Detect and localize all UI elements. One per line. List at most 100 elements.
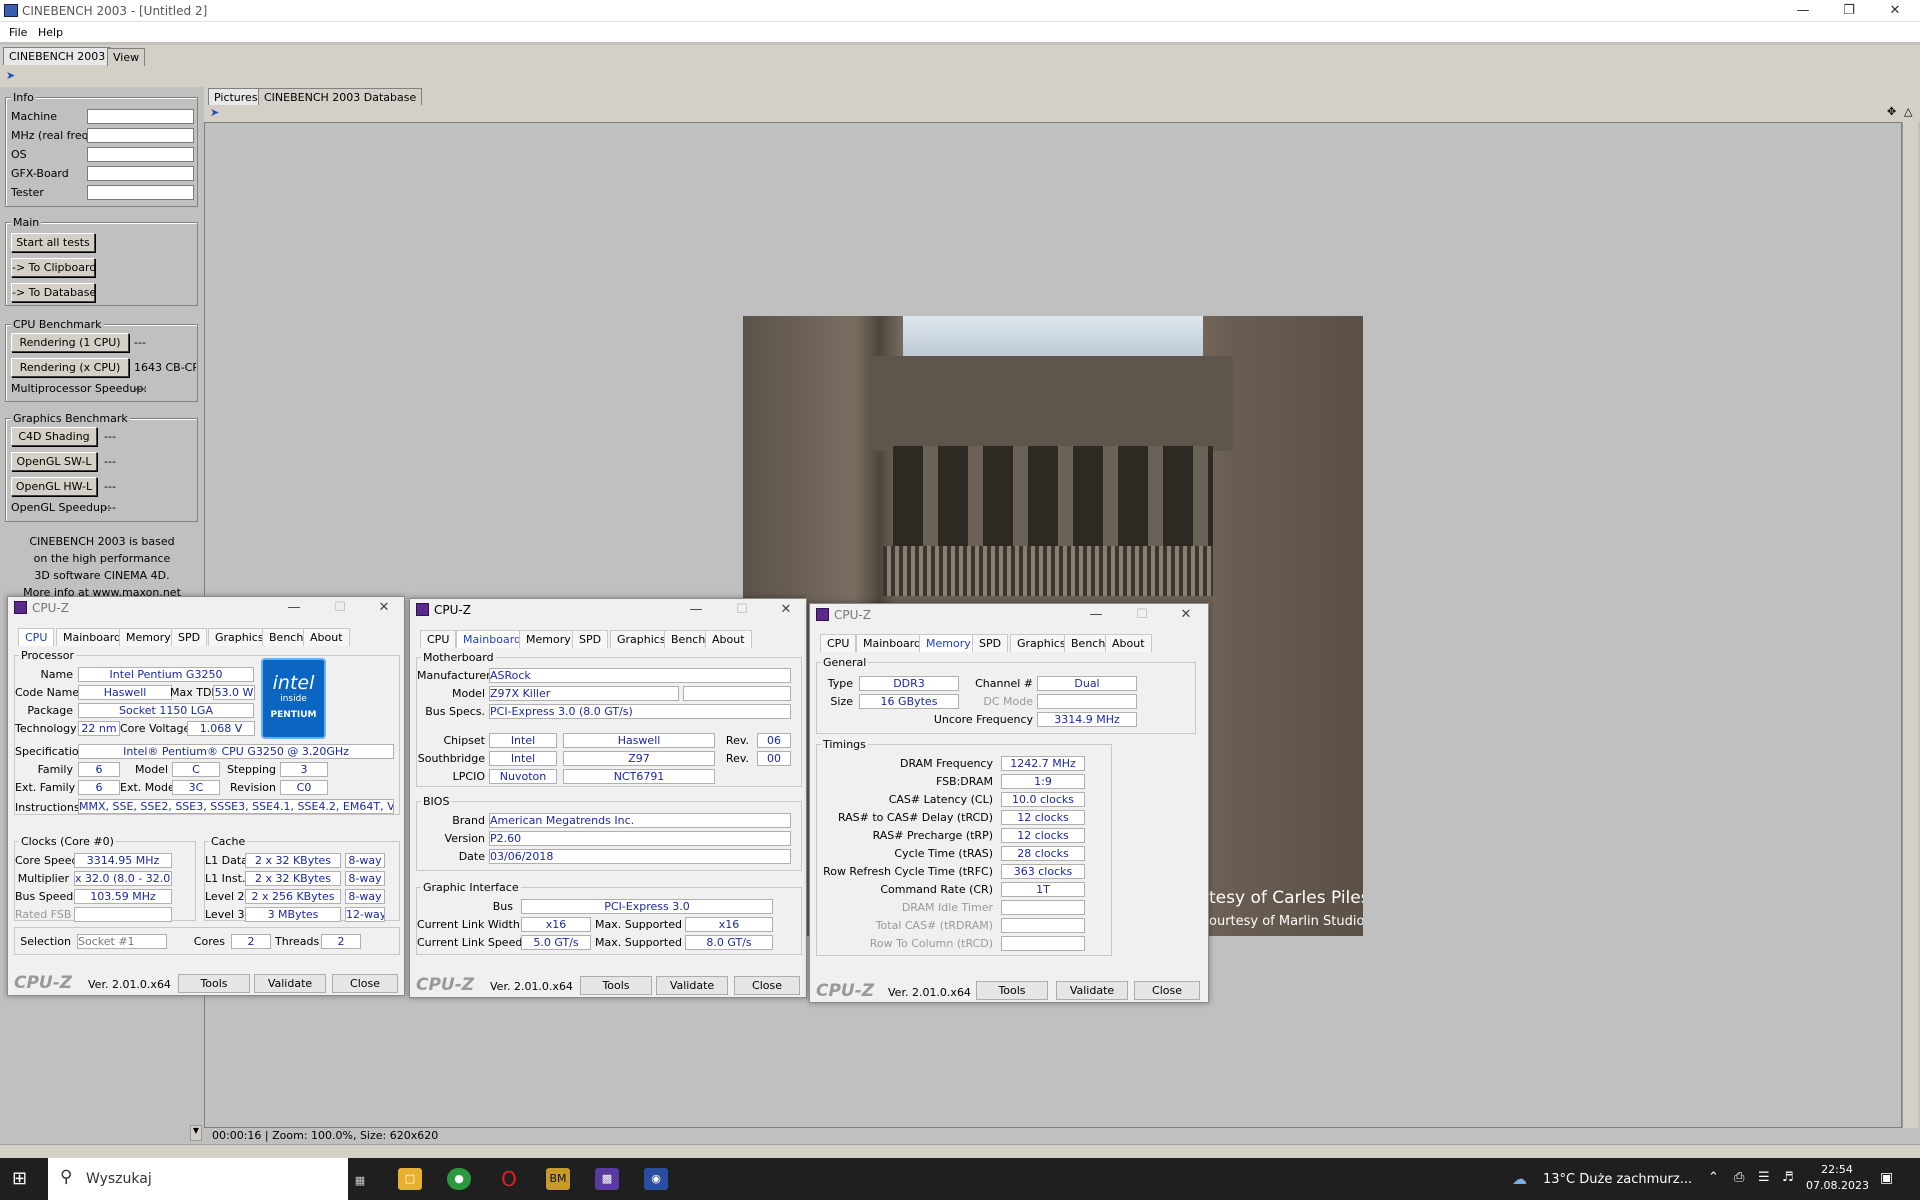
to-clipboard-button[interactable]: -> To Clipboard (11, 258, 96, 277)
notifications-icon[interactable]: ▣ (1880, 1170, 1893, 1186)
cpuz-cpu-window[interactable]: CPU-Z — ☐ ✕ CPU Mainboard Memory SPD Gra… (7, 596, 405, 996)
rendering-1cpu-button[interactable]: Rendering (1 CPU) (11, 333, 129, 352)
balcony-railing (883, 546, 1213, 596)
tab-about[interactable]: About (1105, 634, 1152, 652)
tab-mainboard[interactable]: Mainboard (456, 630, 529, 648)
tab-view[interactable]: View (107, 48, 146, 66)
taskbar-search[interactable]: ⚲ Wyszukaj (48, 1158, 348, 1200)
machine-field[interactable] (87, 109, 194, 124)
tab-cpu[interactable]: CPU (18, 628, 55, 646)
close-button[interactable]: Close (734, 976, 800, 995)
validate-button[interactable]: Validate (656, 976, 728, 995)
maximize-icon[interactable]: ☐ (1120, 604, 1164, 626)
c4d-shading-button[interactable]: C4D Shading (11, 427, 97, 446)
minimize-icon[interactable]: — (272, 597, 316, 619)
task-view-icon[interactable]: ▦ (348, 1170, 372, 1192)
validate-button[interactable]: Validate (1056, 981, 1128, 1000)
tab-pictures[interactable]: Pictures (208, 88, 264, 106)
meet-icon[interactable]: ⎙ (1734, 1170, 1744, 1185)
tab-memory[interactable]: Memory (519, 630, 578, 648)
main-group: Main Start all tests -> To Clipboard -> … (5, 216, 198, 306)
southbridge-vendor: Intel (489, 751, 557, 766)
cpuz-logo: CPU-Z (416, 975, 475, 995)
tools-button[interactable]: Tools (178, 974, 250, 993)
weather-text[interactable]: 13°C Duże zachmurz... (1543, 1172, 1692, 1187)
mhz-field[interactable] (87, 128, 194, 143)
chrome-icon[interactable]: ● (447, 1168, 471, 1190)
close-button[interactable]: Close (332, 974, 398, 993)
os-field[interactable] (87, 147, 194, 162)
model-value: Z97X Killer (489, 686, 679, 701)
pin-icon[interactable]: ➤ (6, 69, 15, 82)
maximize-icon[interactable]: ☐ (720, 599, 764, 621)
close-icon[interactable]: ✕ (1164, 604, 1208, 626)
horizontal-scrollbar[interactable] (0, 1144, 1920, 1158)
tab-spd[interactable]: SPD (572, 630, 609, 648)
minimize-icon[interactable]: — (1780, 0, 1826, 22)
timing-value: 1T (1001, 882, 1085, 897)
close-button[interactable]: Close (1134, 981, 1200, 1000)
tester-field[interactable] (87, 185, 194, 200)
menu-help[interactable]: Help (38, 26, 63, 39)
tab-cpu[interactable]: CPU (820, 634, 857, 652)
menu-file[interactable]: File (9, 26, 27, 39)
pin-icon[interactable]: ➤ (210, 106, 219, 119)
tools-button[interactable]: Tools (976, 981, 1048, 1000)
tab-spd[interactable]: SPD (972, 634, 1009, 652)
tab-mainboard[interactable]: Mainboard (856, 634, 929, 652)
bios-brand-value: American Megatrends Inc. (489, 813, 791, 828)
warning-icon[interactable]: △ (1904, 105, 1912, 118)
tools-button[interactable]: Tools (580, 976, 652, 995)
bios-date-value: 03/06/2018 (489, 849, 791, 864)
bm-app-icon[interactable]: BM (546, 1168, 570, 1190)
volume-icon[interactable]: ♬ (1782, 1170, 1794, 1185)
opengl-speedup-value: --- (104, 501, 116, 514)
credit-line-1: tesy of Carles Piles (1209, 888, 1363, 908)
tab-memory[interactable]: Memory (119, 628, 178, 646)
maximize-icon[interactable]: ☐ (318, 597, 362, 619)
vertical-scrollbar[interactable] (1902, 122, 1918, 1128)
restore-icon[interactable]: ❐ (1826, 0, 1872, 22)
gfx-field[interactable] (87, 166, 194, 181)
opengl-hwl-value: --- (104, 480, 116, 493)
tab-about[interactable]: About (705, 630, 752, 648)
clock[interactable]: 22:54 07.08.2023 (1806, 1163, 1869, 1192)
to-database-button[interactable]: -> To Database (11, 283, 96, 302)
file-explorer-icon[interactable]: □ (398, 1168, 422, 1190)
weather-icon[interactable]: ☁ (1512, 1170, 1527, 1188)
cpuz-mainboard-window[interactable]: CPU-Z — ☐ ✕ CPU Mainboard Memory SPD Gra… (409, 598, 807, 998)
tab-database[interactable]: CINEBENCH 2003 Database (258, 88, 423, 106)
windows-start-icon[interactable]: ⊞ (12, 1168, 34, 1190)
close-icon[interactable]: ✕ (362, 597, 406, 619)
app-icon (4, 4, 18, 17)
tab-cinebench[interactable]: CINEBENCH 2003 (3, 47, 112, 65)
tab-memory[interactable]: Memory (919, 634, 978, 652)
minimize-icon[interactable]: — (1074, 604, 1118, 626)
opengl-hwl-button[interactable]: OpenGL HW-L (11, 477, 97, 496)
network-icon[interactable]: ☰ (1758, 1170, 1770, 1185)
move-icon[interactable]: ✥ (1887, 105, 1896, 118)
cinebench-taskbar-icon[interactable]: ◉ (644, 1168, 668, 1190)
tray-chevron-icon[interactable]: ⌃ (1708, 1170, 1719, 1185)
scroll-down-icon[interactable]: ▼ (190, 1125, 202, 1141)
cpuz-taskbar-icon[interactable]: ▩ (595, 1168, 619, 1190)
start-all-tests-button[interactable]: Start all tests (11, 233, 95, 252)
mp-speedup-label: Multiprocessor Speedup: (11, 382, 148, 395)
cpuz-logo: CPU-Z (816, 981, 875, 1001)
close-icon[interactable]: ✕ (1872, 0, 1918, 22)
opengl-swl-button[interactable]: OpenGL SW-L (11, 452, 97, 471)
validate-button[interactable]: Validate (254, 974, 326, 993)
tab-about[interactable]: About (303, 628, 350, 646)
tab-spd[interactable]: SPD (171, 628, 208, 646)
minimize-icon[interactable]: — (674, 599, 718, 621)
tab-mainboard[interactable]: Mainboard (56, 628, 129, 646)
socket-select[interactable]: Socket #1 (77, 934, 167, 949)
cpuz-memory-window[interactable]: CPU-Z — ☐ ✕ CPU Mainboard Memory SPD Gra… (809, 603, 1209, 1003)
clocks-title: Clocks (Core #0) (19, 835, 116, 848)
tab-cpu[interactable]: CPU (420, 630, 457, 648)
rendering-xcpu-button[interactable]: Rendering (x CPU) (11, 358, 129, 377)
close-icon[interactable]: ✕ (764, 599, 808, 621)
view-tabbar: Pictures CINEBENCH 2003 Database (204, 87, 1920, 106)
window-titlebar[interactable]: CINEBENCH 2003 - [Untitled 2] — ❐ ✕ (0, 0, 1920, 22)
opera-icon[interactable]: O (497, 1168, 521, 1190)
